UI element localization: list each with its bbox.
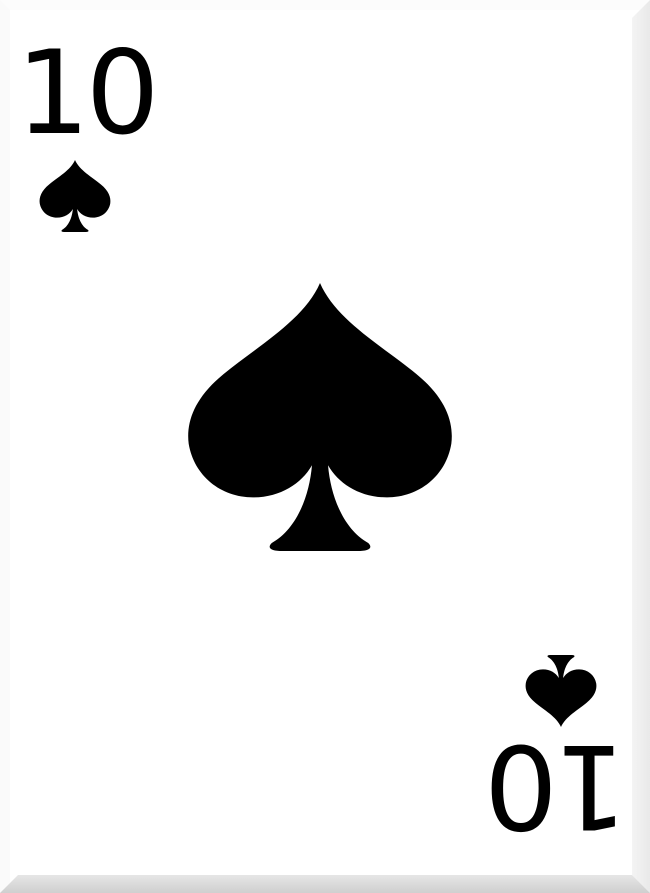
card-rank-bottom: 10 <box>488 718 628 853</box>
card-edge-left <box>0 0 10 893</box>
card-edge-top <box>0 0 650 10</box>
card-edge-bottom <box>0 875 650 893</box>
spade-icon <box>524 655 598 727</box>
card-rank-top: 10 <box>16 26 160 161</box>
spade-icon <box>38 160 112 232</box>
playing-card[interactable]: 10 10 <box>0 0 650 893</box>
card-edge-right <box>632 0 650 893</box>
spade-icon <box>186 282 454 552</box>
